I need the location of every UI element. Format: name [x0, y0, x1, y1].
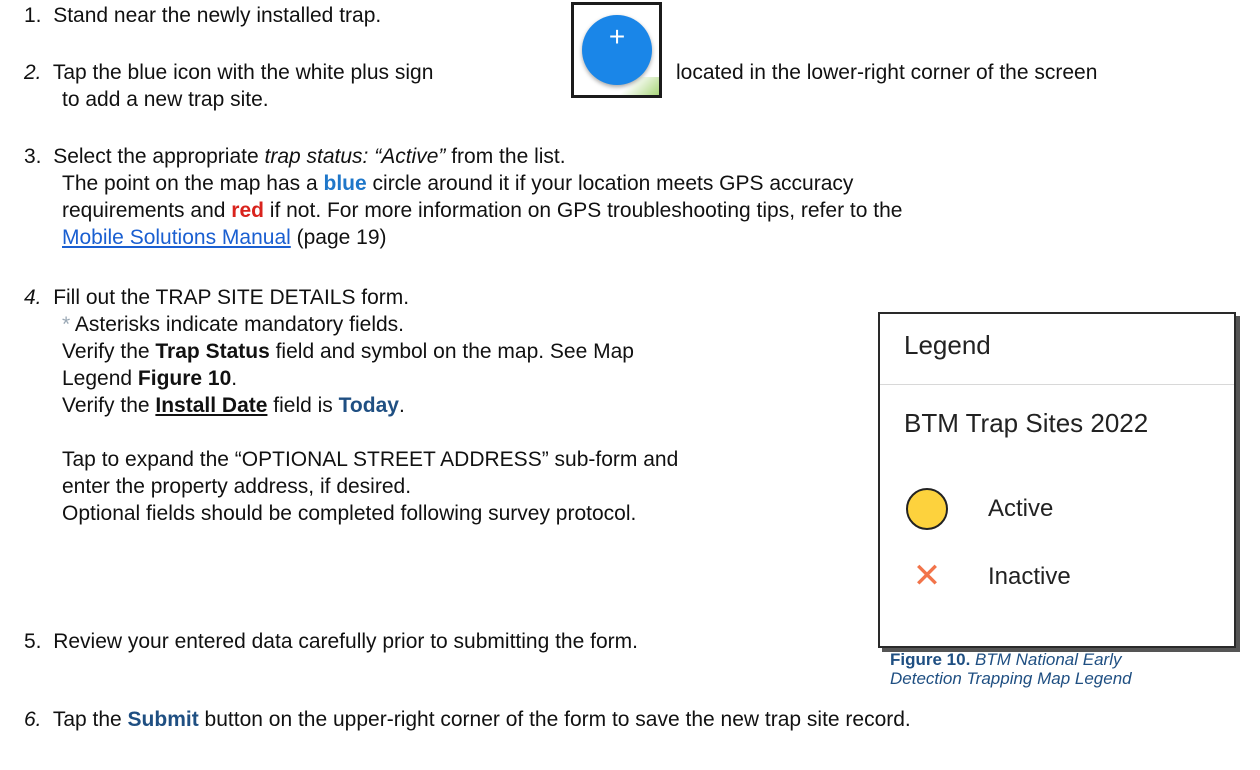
red-word: red	[231, 199, 264, 222]
legend-item-active: Active	[988, 495, 1054, 522]
step-6: 6. Tap the Submit button on the upper-ri…	[24, 706, 911, 733]
yellow-circle-icon	[906, 488, 948, 530]
install-date-field-name: Install Date	[155, 394, 268, 417]
step-4: 4. Fill out the TRAP SITE DETAILS form.	[24, 284, 409, 311]
step-number: 6.	[24, 708, 42, 731]
mobile-solutions-manual-link[interactable]: Mobile Solutions Manual	[62, 226, 291, 249]
step-number: 4.	[24, 286, 42, 309]
step-number: 1.	[24, 4, 42, 27]
step-text: if not. For more information on GPS trou…	[263, 199, 903, 222]
step-text: Optional fields should be completed foll…	[62, 502, 637, 525]
plus-button-icon: +	[582, 15, 652, 85]
step-4-line8: Optional fields should be completed foll…	[62, 500, 636, 527]
step-3-line3: requirements and red if not. For more in…	[62, 197, 902, 224]
step-2-line2: to add a new trap site.	[62, 86, 269, 113]
step-text: Tap the blue icon with the white plus si…	[52, 61, 434, 84]
step-text: located in the lower-right corner of the…	[676, 61, 1098, 84]
step-text: Verify the	[62, 394, 156, 417]
step-text: to add a new trap site.	[62, 88, 269, 111]
step-text: Fill out the TRAP SITE DETAILS form.	[53, 286, 410, 309]
step-text: .	[398, 394, 405, 417]
step-text: .	[231, 367, 238, 390]
step-text: circle around it if your location meets …	[366, 172, 854, 195]
step-3-line4: Mobile Solutions Manual (page 19)	[62, 224, 387, 251]
step-text: Legend	[62, 367, 138, 390]
step-text: The point on the map has a	[62, 172, 324, 195]
step-4-line2: * Asterisks indicate mandatory fields.	[62, 311, 404, 338]
legend-divider	[880, 384, 1234, 385]
step-text: field is	[267, 394, 339, 417]
step-text: Stand near the newly installed trap.	[53, 4, 382, 27]
step-2-cont: located in the lower-right corner of the…	[676, 59, 1097, 86]
step-4-line4: Legend Figure 10.	[62, 365, 237, 392]
step-text: Verify the	[62, 340, 156, 363]
trap-status-field-name: Trap Status	[155, 340, 270, 363]
step-text: Tap to expand the “OPTIONAL STREET ADDRE…	[62, 448, 679, 471]
legend-layer-name: BTM Trap Sites 2022	[904, 408, 1149, 438]
step-number: 5.	[24, 630, 42, 653]
step-number: 3.	[24, 145, 42, 168]
image-edge	[619, 77, 659, 95]
x-mark-icon: ✕	[912, 557, 942, 595]
step-4-line6: Tap to expand the “OPTIONAL STREET ADDRE…	[62, 446, 678, 473]
step-text: (page 19)	[290, 226, 387, 249]
step-5: 5. Review your entered data carefully pr…	[24, 628, 638, 655]
step-number: 2.	[24, 61, 42, 84]
step-4-line5: Verify the Install Date field is Today.	[62, 392, 405, 419]
step-4-line3: Verify the Trap Status field and symbol …	[62, 338, 634, 365]
step-text: Asterisks indicate mandatory fields.	[70, 313, 405, 336]
trap-status-text: trap status: “Active”	[264, 145, 446, 168]
caption-text: Detection Trapping Map Legend	[890, 669, 1132, 688]
step-4-line7: enter the property address, if desired.	[62, 473, 411, 500]
submit-word: Submit	[127, 708, 199, 731]
step-text: Select the appropriate	[53, 145, 265, 168]
map-legend-figure: Legend BTM Trap Sites 2022 Active ✕ Inac…	[878, 312, 1236, 648]
step-3: 3. Select the appropriate trap status: “…	[24, 143, 566, 170]
add-button-screenshot: +	[571, 2, 662, 98]
blue-word: blue	[323, 172, 367, 195]
plus-icon: +	[608, 21, 626, 52]
figure-reference: Figure 10	[137, 367, 232, 390]
caption-text: BTM National Early	[970, 650, 1122, 669]
step-text: requirements and	[62, 199, 232, 222]
step-text: field and symbol on the map. See Map	[269, 340, 634, 363]
asterisk: *	[62, 313, 71, 336]
step-text: Tap the	[52, 708, 128, 731]
step-text: enter the property address, if desired.	[62, 475, 412, 498]
step-1: 1. Stand near the newly installed trap.	[24, 2, 381, 29]
step-text: from the list.	[445, 145, 566, 168]
figure-label: Figure 10.	[890, 650, 971, 669]
legend-title: Legend	[904, 330, 991, 360]
legend-item-inactive: Inactive	[988, 563, 1071, 590]
today-word: Today	[338, 394, 399, 417]
step-3-line2: The point on the map has a blue circle a…	[62, 170, 853, 197]
step-2: 2. Tap the blue icon with the white plus…	[24, 59, 433, 86]
figure-caption: Figure 10. BTM National Early Detection …	[890, 650, 1132, 688]
step-text: button on the upper-right corner of the …	[198, 708, 911, 731]
step-text: Review your entered data carefully prior…	[53, 630, 638, 653]
